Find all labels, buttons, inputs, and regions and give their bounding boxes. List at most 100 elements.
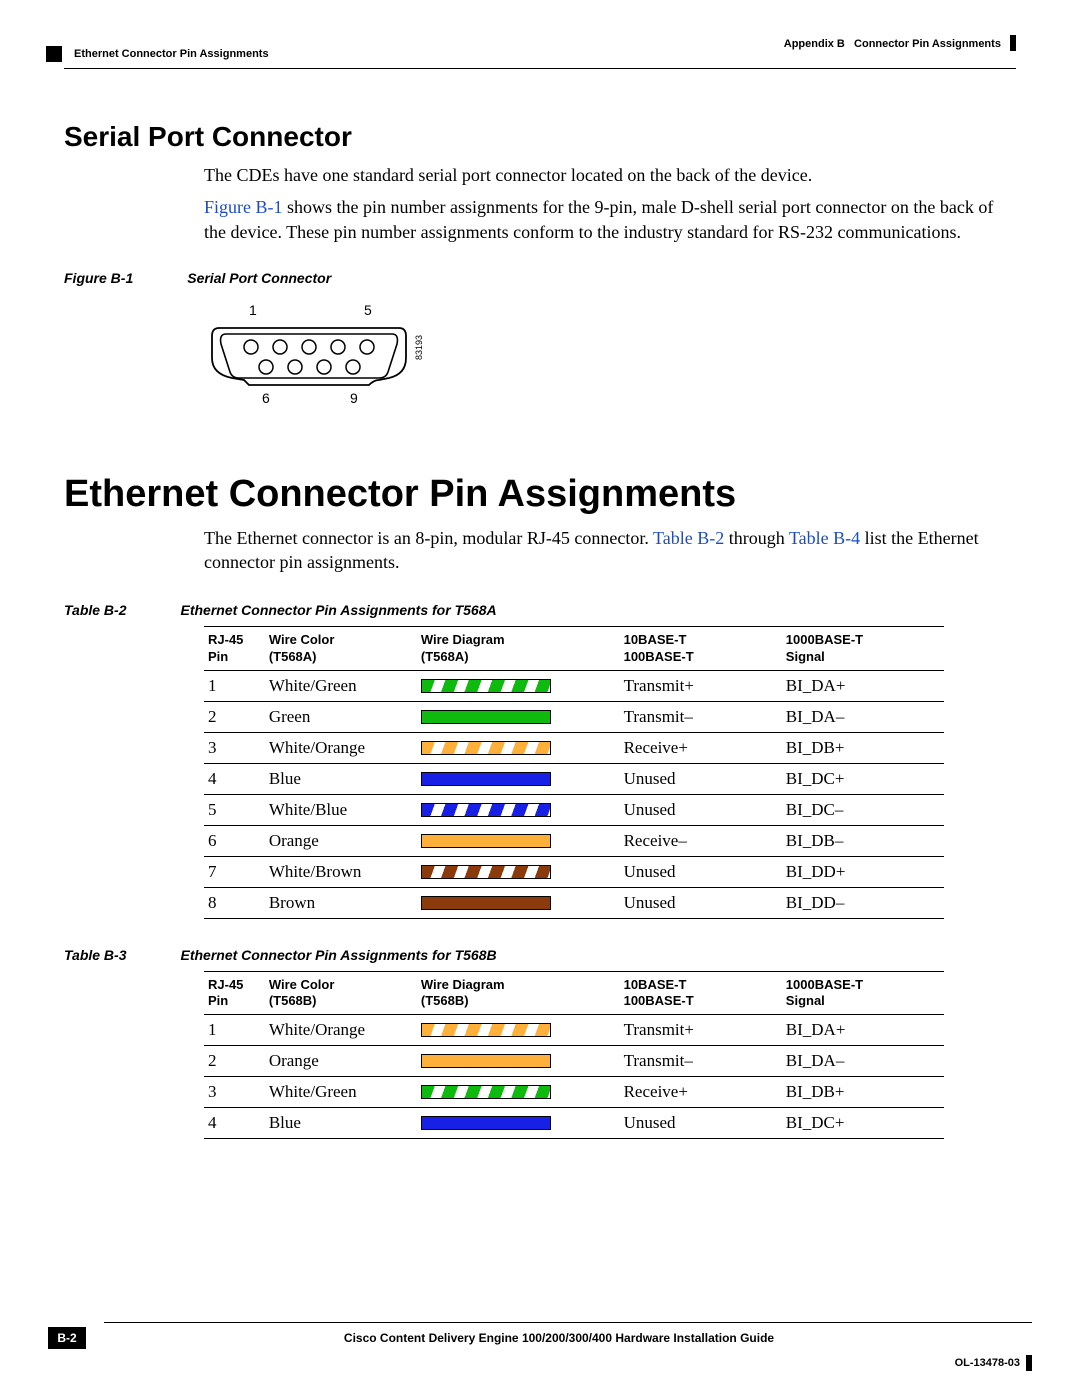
serial-p2: Figure B-1 shows the pin number assignme… bbox=[204, 195, 1006, 244]
pin-cell: 5 bbox=[204, 794, 265, 825]
wire-diagram-icon bbox=[421, 710, 551, 724]
ethernet-heading: Ethernet Connector Pin Assignments bbox=[64, 473, 1016, 516]
wire-color-cell: White/Green bbox=[265, 670, 417, 701]
gigabit-cell: BI_DD– bbox=[782, 887, 944, 918]
table-row: 8Brown UnusedBI_DD– bbox=[204, 887, 944, 918]
wire-color-cell: White/Blue bbox=[265, 794, 417, 825]
serial-p1: The CDEs have one standard serial port c… bbox=[204, 163, 1006, 187]
wire-diagram-icon bbox=[421, 679, 551, 693]
table-row: 1White/GreenTransmit+BI_DA+ bbox=[204, 670, 944, 701]
footer-bar-icon bbox=[1026, 1355, 1032, 1371]
wire-color-cell: Brown bbox=[265, 887, 417, 918]
wire-diagram-cell bbox=[417, 732, 620, 763]
header-rule bbox=[64, 68, 1016, 69]
pin-label-1: 1 bbox=[249, 302, 257, 318]
pin-cell: 3 bbox=[204, 732, 265, 763]
gigabit-cell: BI_DC+ bbox=[782, 1108, 944, 1139]
tenbase-cell: Receive+ bbox=[620, 732, 782, 763]
figure-b1-link[interactable]: Figure B-1 bbox=[204, 197, 283, 217]
table-row: 5White/Blue UnusedBI_DC– bbox=[204, 794, 944, 825]
wire-diagram-cell bbox=[417, 825, 620, 856]
wire-diagram-icon bbox=[421, 865, 551, 879]
wire-diagram-icon bbox=[421, 772, 551, 786]
table-row: 4Blue UnusedBI_DC+ bbox=[204, 763, 944, 794]
wire-diagram-cell bbox=[417, 887, 620, 918]
pin-label-5: 5 bbox=[364, 302, 372, 318]
pin-cell: 4 bbox=[204, 1108, 265, 1139]
header-bar-icon bbox=[1010, 35, 1016, 51]
pin-cell: 7 bbox=[204, 856, 265, 887]
gigabit-cell: BI_DA+ bbox=[782, 1015, 944, 1046]
gigabit-cell: BI_DA– bbox=[782, 701, 944, 732]
table-row: 3White/GreenReceive+BI_DB+ bbox=[204, 1077, 944, 1108]
table-row: 3White/OrangeReceive+BI_DB+ bbox=[204, 732, 944, 763]
wire-diagram-icon bbox=[421, 834, 551, 848]
wire-diagram-cell bbox=[417, 1077, 620, 1108]
wire-diagram-icon bbox=[421, 896, 551, 910]
gigabit-cell: BI_DC– bbox=[782, 794, 944, 825]
table-b2: RJ-45Pin Wire Color(T568A) Wire Diagram(… bbox=[204, 626, 944, 919]
pin-label-9: 9 bbox=[350, 390, 358, 406]
table-b2-head: RJ-45Pin Wire Color(T568A) Wire Diagram(… bbox=[204, 627, 944, 671]
tenbase-cell: Unused bbox=[620, 1108, 782, 1139]
wire-diagram-icon bbox=[421, 741, 551, 755]
page-number: B-2 bbox=[48, 1327, 86, 1349]
tenbase-cell: Receive– bbox=[620, 825, 782, 856]
table-row: 4Blue UnusedBI_DC+ bbox=[204, 1108, 944, 1139]
footer-docnum: OL-13478-03 bbox=[955, 1355, 1032, 1371]
wire-diagram-icon bbox=[421, 1054, 551, 1068]
figure-b1-caption: Figure B-1Serial Port Connector bbox=[64, 270, 1016, 286]
wire-diagram-cell bbox=[417, 856, 620, 887]
wire-diagram-icon bbox=[421, 1085, 551, 1099]
tenbase-cell: Transmit– bbox=[620, 1046, 782, 1077]
wire-diagram-cell bbox=[417, 794, 620, 825]
page-header: Ethernet Connector Pin Assignments Appen… bbox=[64, 34, 1016, 64]
tenbase-cell: Transmit+ bbox=[620, 1015, 782, 1046]
pin-cell: 4 bbox=[204, 763, 265, 794]
wire-diagram-cell bbox=[417, 701, 620, 732]
wire-color-cell: Orange bbox=[265, 825, 417, 856]
wire-diagram-icon bbox=[421, 1023, 551, 1037]
wire-diagram-cell bbox=[417, 1108, 620, 1139]
header-marker-icon bbox=[46, 46, 62, 62]
pin-cell: 8 bbox=[204, 887, 265, 918]
wire-color-cell: White/Brown bbox=[265, 856, 417, 887]
pin-label-6: 6 bbox=[262, 390, 270, 406]
wire-diagram-cell bbox=[417, 1046, 620, 1077]
pin-cell: 3 bbox=[204, 1077, 265, 1108]
gigabit-cell: BI_DB– bbox=[782, 825, 944, 856]
tenbase-cell: Unused bbox=[620, 887, 782, 918]
pin-cell: 1 bbox=[204, 670, 265, 701]
wire-diagram-icon bbox=[421, 803, 551, 817]
header-section-title: Ethernet Connector Pin Assignments bbox=[74, 48, 269, 60]
table-b2-link[interactable]: Table B-2 bbox=[653, 528, 724, 548]
table-row: 2Orange Transmit–BI_DA– bbox=[204, 1046, 944, 1077]
page-footer: B-2 Cisco Content Delivery Engine 100/20… bbox=[48, 1322, 1032, 1371]
table-b4-link[interactable]: Table B-4 bbox=[789, 528, 860, 548]
pin-cell: 2 bbox=[204, 1046, 265, 1077]
gigabit-cell: BI_DB+ bbox=[782, 732, 944, 763]
serial-port-heading: Serial Port Connector bbox=[64, 121, 1016, 153]
serial-connector-diagram: 1 5 6 9 83193 bbox=[204, 300, 444, 410]
gigabit-cell: BI_DA– bbox=[782, 1046, 944, 1077]
table-b3-caption: Table B-3Ethernet Connector Pin Assignme… bbox=[64, 947, 1016, 963]
wire-diagram-cell bbox=[417, 670, 620, 701]
wire-color-cell: White/Green bbox=[265, 1077, 417, 1108]
wire-diagram-cell bbox=[417, 763, 620, 794]
tenbase-cell: Unused bbox=[620, 856, 782, 887]
wire-color-cell: Blue bbox=[265, 1108, 417, 1139]
tenbase-cell: Unused bbox=[620, 763, 782, 794]
tenbase-cell: Receive+ bbox=[620, 1077, 782, 1108]
table-row: 2GreenTransmit–BI_DA– bbox=[204, 701, 944, 732]
wire-color-cell: Orange bbox=[265, 1046, 417, 1077]
wire-color-cell: Blue bbox=[265, 763, 417, 794]
gigabit-cell: BI_DA+ bbox=[782, 670, 944, 701]
pin-cell: 1 bbox=[204, 1015, 265, 1046]
gigabit-cell: BI_DD+ bbox=[782, 856, 944, 887]
gigabit-cell: BI_DC+ bbox=[782, 763, 944, 794]
footer-guide-title: Cisco Content Delivery Engine 100/200/30… bbox=[86, 1331, 1032, 1345]
pin-cell: 6 bbox=[204, 825, 265, 856]
tenbase-cell: Unused bbox=[620, 794, 782, 825]
tenbase-cell: Transmit– bbox=[620, 701, 782, 732]
ethernet-p1: The Ethernet connector is an 8-pin, modu… bbox=[204, 526, 1006, 575]
